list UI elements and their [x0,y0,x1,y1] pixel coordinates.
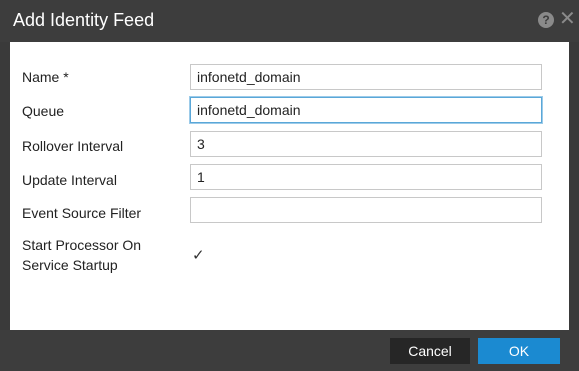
cancel-button[interactable]: Cancel [390,338,470,364]
add-identity-feed-dialog: Add Identity Feed ? ✕ Name * Queue Rollo… [0,0,579,371]
rollover-interval-label: Rollover Interval [22,138,124,154]
close-icon[interactable]: ✕ [559,7,576,31]
queue-label: Queue [22,103,65,119]
start-processor-label-line1: Start Processor On [22,237,142,253]
rollover-interval-field[interactable] [190,131,542,157]
dialog-header: Add Identity Feed ? ✕ [0,0,579,42]
event-source-filter-label: Event Source Filter [22,205,142,221]
dialog-footer: Cancel OK [0,330,579,371]
name-field[interactable] [190,64,542,90]
dialog-title: Add Identity Feed [13,10,155,30]
update-interval-label: Update Interval [22,172,117,188]
update-interval-field[interactable] [190,164,542,190]
ok-button[interactable]: OK [478,338,560,364]
event-source-filter-field[interactable] [190,197,542,223]
start-processor-label-line2: Service Startup [22,257,118,273]
name-label: Name * [22,69,69,85]
queue-field[interactable] [190,97,542,123]
dialog-body: Name * Queue Rollover Interval Update In… [10,42,569,330]
start-processor-checkbox[interactable]: ✓ [192,248,206,263]
help-icon[interactable]: ? [538,12,554,28]
